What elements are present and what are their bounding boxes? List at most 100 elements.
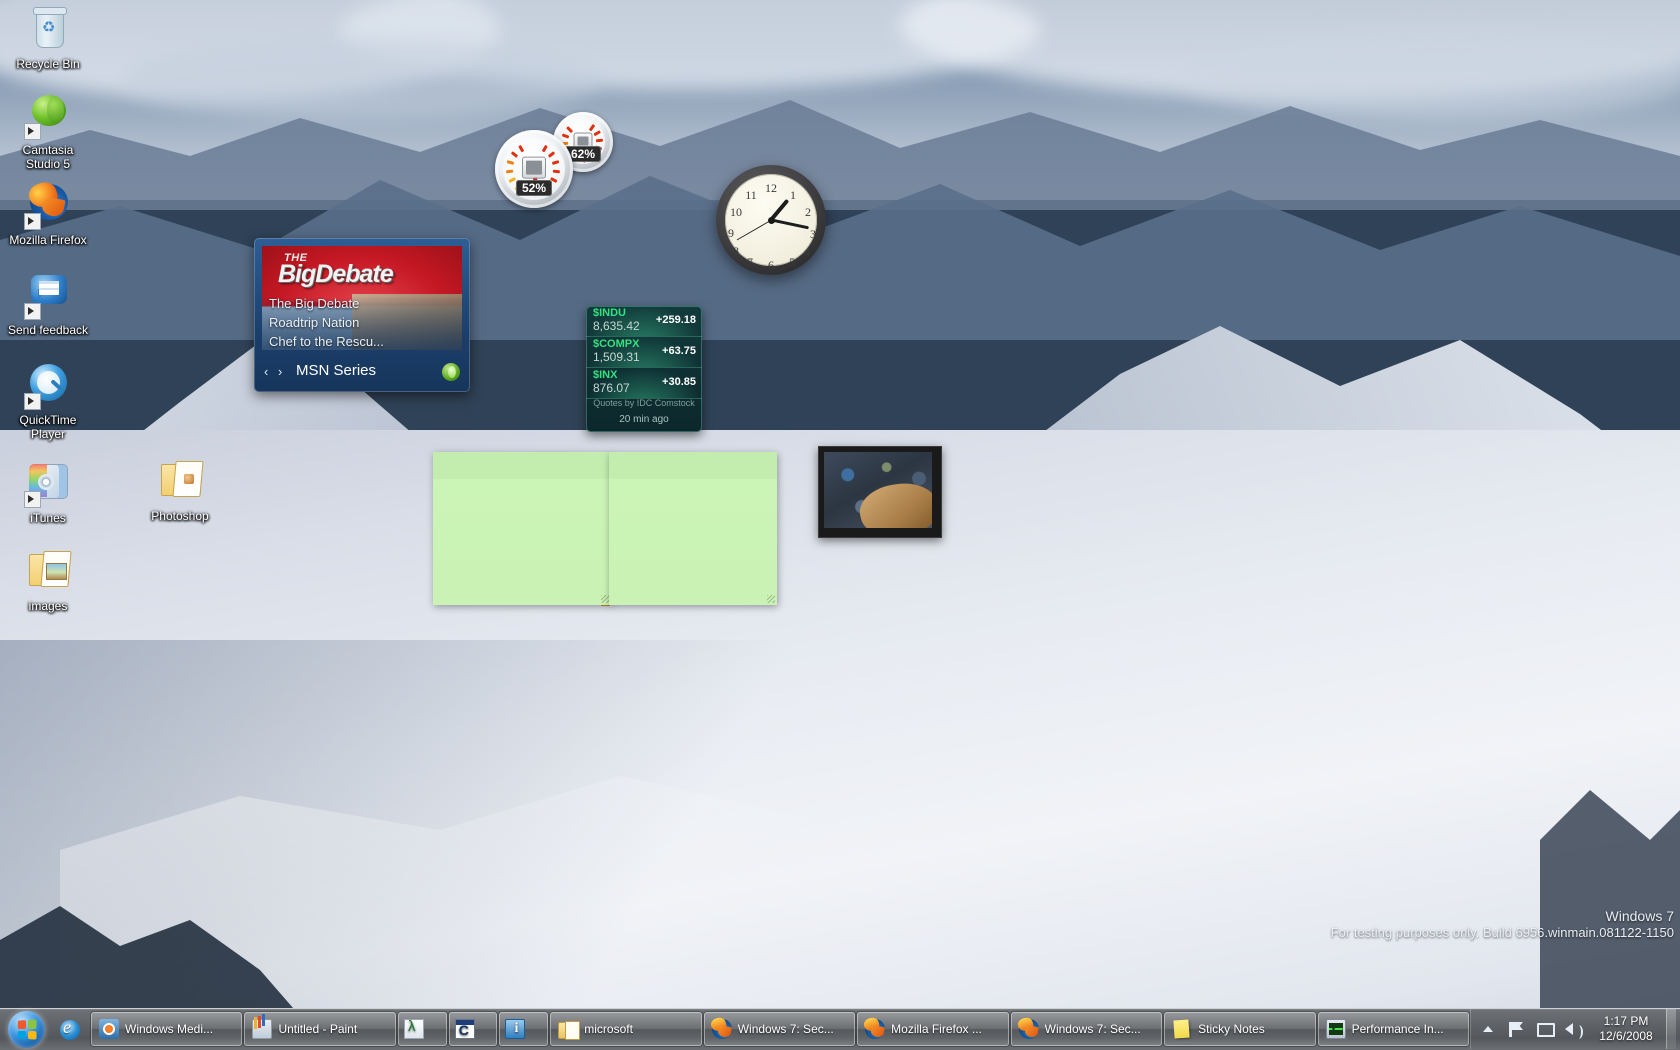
feed-headlines: The Big Debate Roadtrip Nation Chef to t… — [269, 294, 399, 351]
quicktime-player-icon — [24, 362, 72, 410]
desktop-icon-label: Send feedback — [7, 323, 89, 337]
quick-launch-bar — [50, 1009, 90, 1049]
feed-footer-bar: ‹ › MSN Series — [254, 354, 470, 392]
stocks-updated: 20 min ago — [619, 414, 669, 425]
mozilla-firefox-icon — [24, 182, 72, 230]
photoshop-folder-icon — [156, 458, 204, 506]
firefox-icon — [1018, 1019, 1039, 1039]
stock-change: +259.18 — [655, 314, 696, 326]
show-desktop-button[interactable] — [1666, 1009, 1676, 1049]
stock-price: 876.07 — [593, 381, 630, 395]
desktop-icon-camtasia-studio-5[interactable]: Camtasia Studio 5 — [6, 92, 90, 171]
slideshow-photo-rock — [855, 476, 932, 528]
taskbar-button-paint[interactable]: Untitled - Paint — [244, 1012, 396, 1046]
clock-tray[interactable]: 1:17 PM 12/6/2008 — [1588, 1014, 1664, 1044]
show-hidden-icons-chevron-icon[interactable] — [1477, 1018, 1499, 1040]
feed-prev-next-arrows[interactable]: ‹ › — [264, 364, 285, 379]
tray-time: 1:17 PM — [1603, 1014, 1649, 1028]
colorgram-icon — [454, 1019, 475, 1039]
windows-logo-icon — [8, 1011, 45, 1048]
desktop-icon-quicktime-player[interactable]: QuickTime Player — [6, 362, 90, 441]
clock-gadget[interactable]: 12 1 2 3 4 5 6 7 8 9 10 11 — [716, 165, 826, 275]
taskbar-button-colorgram-app[interactable] — [448, 1012, 498, 1046]
stock-price: 8,635.42 — [593, 319, 640, 333]
stocks-gadget[interactable]: $INDU 8,635.42 +259.18 $COMPX 1,509.31 +… — [586, 306, 702, 432]
paint-icon — [252, 1016, 273, 1039]
stock-row[interactable]: $COMPX 1,509.31 +63.75 — [586, 337, 702, 368]
taskbar-button-sticky-notes[interactable]: Sticky Notes — [1164, 1012, 1316, 1046]
desktop-icon-images[interactable]: images — [6, 548, 90, 613]
sticky-notes-icon — [1172, 1019, 1192, 1039]
taskbar-button-performance-information[interactable]: Performance In... — [1317, 1012, 1470, 1046]
images-folder-icon — [24, 548, 72, 596]
folder-icon — [558, 1019, 581, 1040]
clock-center-pin — [767, 216, 775, 224]
desktop-icon-mozilla-firefox[interactable]: Mozilla Firefox — [6, 182, 90, 247]
taskbar: Windows Medi... Untitled - Paint microso… — [0, 1008, 1680, 1050]
clock-numeral: 10 — [730, 205, 742, 219]
feed-headline[interactable]: The Big Debate — [269, 294, 399, 313]
taskbar-button-info-app[interactable] — [499, 1012, 549, 1046]
cpu-chip-icon — [522, 156, 546, 179]
taskbar-button-windows-media-player[interactable]: Windows Medi... — [91, 1012, 243, 1046]
taskbar-button-firefox-2[interactable]: Mozilla Firefox ... — [857, 1012, 1009, 1046]
send-feedback-icon — [24, 272, 72, 320]
stock-symbol: $COMPX — [593, 338, 640, 350]
taskbar-button-label: Sticky Notes — [1198, 1022, 1265, 1036]
action-center-flag-icon[interactable] — [1505, 1018, 1527, 1040]
feed-title: MSN Series — [296, 362, 377, 379]
taskbar-button-firefox-1[interactable]: Windows 7: Sec... — [703, 1012, 856, 1046]
clock-numeral: 6 — [768, 258, 774, 272]
stock-row[interactable]: $INX 876.07 +30.85 — [586, 368, 702, 399]
stock-change: +63.75 — [662, 345, 696, 357]
internet-explorer-icon — [60, 1017, 80, 1040]
start-button[interactable] — [2, 1009, 50, 1049]
clock-numeral: 4 — [804, 245, 810, 259]
firefox-icon — [865, 1019, 886, 1039]
desktop-icon-recycle-bin[interactable]: Recycle Bin — [6, 6, 90, 71]
cpu-meter-gadget[interactable]: 62% 52% — [495, 112, 613, 208]
clock-numeral: 7 — [747, 255, 753, 269]
stock-change: +30.85 — [662, 376, 696, 388]
cpu-meter-value: 52% — [515, 180, 553, 196]
watermark-build-string: For testing purposes only. Build 6956.wi… — [1330, 925, 1674, 940]
network-icon[interactable] — [1533, 1018, 1555, 1040]
desktop-icon-label: Recycle Bin — [16, 57, 80, 71]
info-icon — [505, 1019, 526, 1039]
taskbar-buttons: Windows Medi... Untitled - Paint microso… — [90, 1009, 1470, 1049]
desktop-icon-photoshop[interactable]: Photoshop — [138, 458, 222, 523]
slideshow-gadget[interactable] — [818, 446, 942, 538]
msn-butterfly-icon — [442, 363, 460, 381]
recycle-bin-icon — [24, 6, 72, 54]
stock-row[interactable]: $INDU 8,635.42 +259.18 — [586, 306, 702, 337]
feed-headline[interactable]: Chef to the Rescu... — [269, 332, 399, 351]
msn-series-feed-gadget[interactable]: THE BigDebate The Big Debate Roadtrip Na… — [254, 238, 470, 392]
slideshow-photo — [824, 452, 932, 528]
cpu-meter-dial[interactable]: 52% — [495, 130, 573, 208]
system-tray: 1:17 PM 12/6/2008 — [1470, 1009, 1680, 1049]
firefox-icon — [711, 1019, 732, 1039]
performance-monitor-icon — [1325, 1019, 1346, 1039]
feed-banner-title: BigDebate — [278, 260, 394, 288]
volume-icon[interactable] — [1561, 1018, 1583, 1040]
desktop-icon-label: QuickTime Player — [19, 413, 77, 441]
taskbar-button-firefox-3[interactable]: Windows 7: Sec... — [1010, 1012, 1163, 1046]
taskbar-button-label: Untitled - Paint — [278, 1022, 358, 1036]
sticky-note[interactable] — [433, 452, 611, 605]
sticky-note[interactable] — [609, 452, 777, 605]
stocks-source: Quotes by IDC Comstock — [593, 398, 695, 408]
wallpaper-cloud — [1180, 30, 1680, 120]
feed-headline[interactable]: Roadtrip Nation — [269, 313, 399, 332]
desktop-icon-itunes[interactable]: iTunes — [6, 460, 90, 525]
taskbar-button-lambda-app[interactable] — [397, 1012, 447, 1046]
quick-launch-internet-explorer[interactable] — [50, 1010, 90, 1048]
taskbar-button-label: Performance In... — [1351, 1022, 1444, 1036]
stock-symbol: $INX — [593, 369, 618, 381]
taskbar-button-label: Windows 7: Sec... — [737, 1022, 834, 1036]
desktop-icon-send-feedback[interactable]: Send feedback — [6, 272, 90, 337]
taskbar-button-microsoft-folder[interactable]: microsoft — [550, 1012, 702, 1046]
desktop-icon-label: Photoshop — [151, 509, 209, 523]
itunes-icon — [24, 460, 72, 508]
desktop-icon-label: Camtasia Studio 5 — [22, 143, 74, 171]
taskbar-button-label: microsoft — [584, 1022, 633, 1036]
